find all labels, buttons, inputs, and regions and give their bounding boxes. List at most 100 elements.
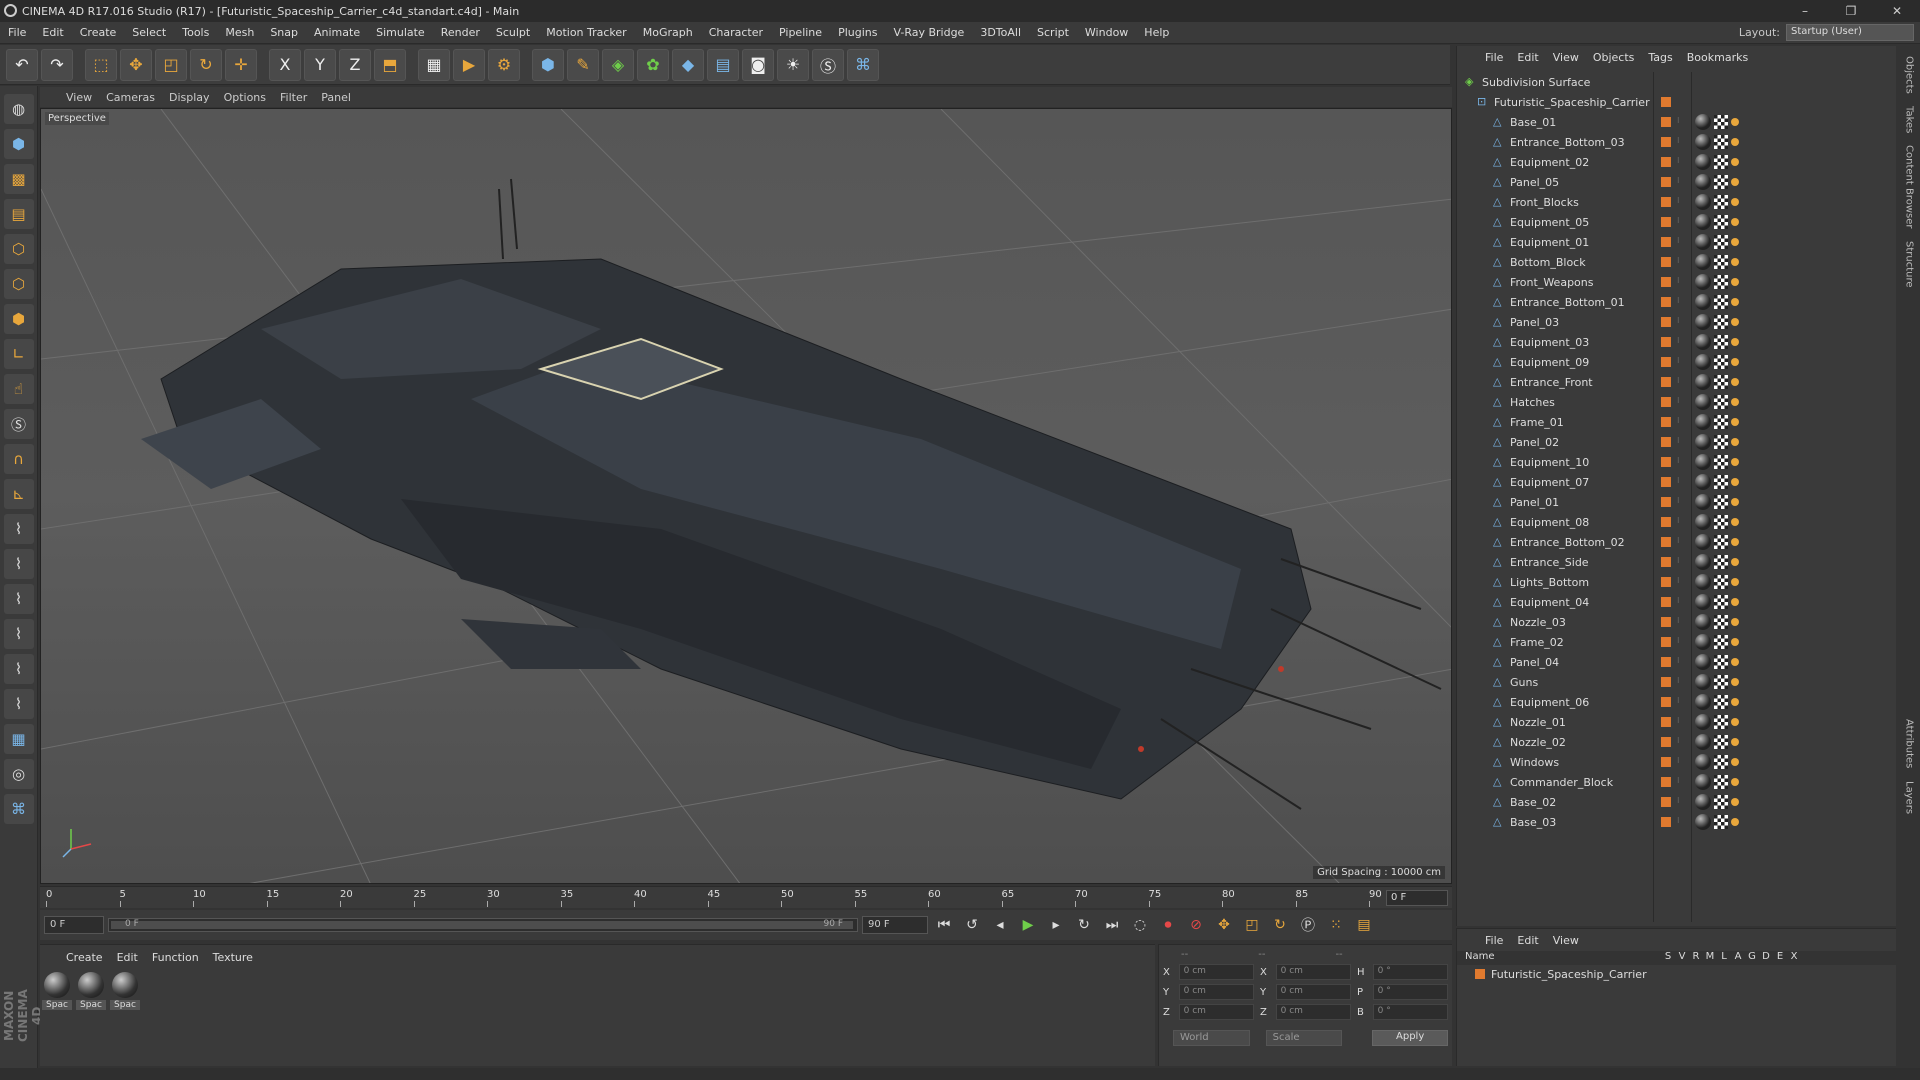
previous-key-icon[interactable]: ↺: [960, 913, 984, 937]
layout-select[interactable]: Startup (User): [1786, 24, 1914, 41]
visibility-dots-icon[interactable]: ⁝: [1677, 116, 1681, 128]
layer-color-swatch[interactable]: [1661, 657, 1671, 667]
visibility-dots-icon[interactable]: ⁝: [1677, 176, 1681, 188]
material-tag-icon[interactable]: [1695, 394, 1711, 410]
material-tag-icon[interactable]: [1695, 314, 1711, 330]
visibility-dots-icon[interactable]: ⁝: [1677, 576, 1681, 588]
visibility-dots-icon[interactable]: ⁝: [1677, 696, 1681, 708]
object-row[interactable]: △ Frame_01 ⁝: [1457, 412, 1897, 432]
light-icon[interactable]: ☀: [777, 48, 809, 81]
live-selection-icon[interactable]: ⬚: [85, 48, 117, 81]
texture-tag-icon[interactable]: [1714, 295, 1728, 309]
phong-tag-icon[interactable]: [1731, 498, 1739, 506]
texture-tag-icon[interactable]: [1714, 155, 1728, 169]
layer-color-swatch[interactable]: [1661, 677, 1671, 687]
key-param-icon[interactable]: Ⓟ: [1296, 913, 1320, 937]
texture-mode-icon[interactable]: ▩: [3, 164, 34, 194]
material-tag-icon[interactable]: [1695, 414, 1711, 430]
phong-tag-icon[interactable]: [1731, 758, 1739, 766]
layer-color-swatch[interactable]: [1661, 257, 1671, 267]
visibility-dots-icon[interactable]: ⁝: [1677, 376, 1681, 388]
rotation-h-field[interactable]: 0 °: [1372, 964, 1448, 980]
menu-vray-bridge[interactable]: V-Ray Bridge: [885, 26, 972, 39]
menu-simulate[interactable]: Simulate: [368, 26, 433, 39]
layer-color-swatch[interactable]: [1475, 969, 1485, 979]
x-axis-icon[interactable]: X: [269, 48, 301, 81]
maximize-button[interactable]: ❐: [1828, 4, 1874, 18]
phong-tag-icon[interactable]: [1731, 418, 1739, 426]
object-row[interactable]: △ Base_03 ⁝: [1457, 812, 1897, 832]
material-tag-icon[interactable]: [1695, 214, 1711, 230]
rotation-p-field[interactable]: 0 °: [1372, 984, 1448, 1000]
phong-tag-icon[interactable]: [1731, 518, 1739, 526]
menu-tools[interactable]: Tools: [174, 26, 217, 39]
material-item[interactable]: Spac: [110, 972, 140, 1010]
material-tag-icon[interactable]: [1695, 194, 1711, 210]
z-axis-icon[interactable]: Z: [339, 48, 371, 81]
go-to-end-icon[interactable]: ⏭: [1100, 913, 1124, 937]
grid-lock-icon[interactable]: ▦: [3, 724, 34, 754]
texture-tag-icon[interactable]: [1714, 455, 1728, 469]
minimize-button[interactable]: –: [1782, 4, 1828, 18]
material-tag-icon[interactable]: [1695, 134, 1711, 150]
texture-tag-icon[interactable]: [1714, 515, 1728, 529]
visibility-dots-icon[interactable]: ⁝: [1677, 516, 1681, 528]
preview-range-slider[interactable]: 0 F 90 F: [108, 918, 858, 932]
texture-tag-icon[interactable]: [1714, 435, 1728, 449]
edit-render-settings-icon[interactable]: ⚙: [488, 48, 520, 81]
size-mode-select[interactable]: Scale: [1265, 1030, 1343, 1046]
material-tag-icon[interactable]: [1695, 174, 1711, 190]
material-tag-icon[interactable]: [1695, 714, 1711, 730]
menu-select[interactable]: Select: [124, 26, 174, 39]
menu-mesh[interactable]: Mesh: [217, 26, 262, 39]
layer-color-swatch[interactable]: [1661, 617, 1671, 627]
object-row[interactable]: △ Panel_04 ⁝: [1457, 652, 1897, 672]
key-pla-icon[interactable]: ⁙: [1324, 913, 1348, 937]
texture-tag-icon[interactable]: [1714, 315, 1728, 329]
material-tag-icon[interactable]: [1695, 614, 1711, 630]
layer-color-swatch[interactable]: [1661, 537, 1671, 547]
texture-tag-icon[interactable]: [1714, 575, 1728, 589]
material-item[interactable]: Spac: [42, 972, 72, 1010]
end-frame-field[interactable]: 90 F: [862, 916, 928, 934]
visibility-dots-icon[interactable]: ⁝: [1677, 596, 1681, 608]
object-row[interactable]: △ Frame_02 ⁝: [1457, 632, 1897, 652]
perspective-viewport[interactable]: Perspective Grid Spacing : 10000 cm: [40, 108, 1452, 884]
material-tag-icon[interactable]: [1695, 634, 1711, 650]
layer-color-swatch[interactable]: [1661, 597, 1671, 607]
material-tag-icon[interactable]: [1695, 754, 1711, 770]
brush-icon-6[interactable]: ⌇: [3, 689, 34, 719]
texture-tag-icon[interactable]: [1714, 475, 1728, 489]
transform-icon[interactable]: ✛: [225, 48, 257, 81]
menu-edit[interactable]: Edit: [34, 26, 71, 39]
menu-motion-tracker[interactable]: Motion Tracker: [538, 26, 634, 39]
material-tag-icon[interactable]: [1695, 434, 1711, 450]
phong-tag-icon[interactable]: [1731, 598, 1739, 606]
layer-color-swatch[interactable]: [1661, 217, 1671, 227]
object-row[interactable]: △ Base_02 ⁝: [1457, 792, 1897, 812]
layer-color-swatch[interactable]: [1661, 357, 1671, 367]
phong-tag-icon[interactable]: [1731, 398, 1739, 406]
material-tag-icon[interactable]: [1695, 514, 1711, 530]
layer-color-swatch[interactable]: [1661, 517, 1671, 527]
layer-color-swatch[interactable]: [1661, 377, 1671, 387]
apply-button[interactable]: Apply: [1372, 1030, 1448, 1046]
size-z-field[interactable]: 0 cm: [1275, 1004, 1351, 1020]
size-x-field[interactable]: 0 cm: [1275, 964, 1351, 980]
tab-structure[interactable]: Structure: [1904, 241, 1915, 288]
phong-tag-icon[interactable]: [1731, 218, 1739, 226]
layer-color-swatch[interactable]: [1661, 337, 1671, 347]
object-row[interactable]: △ Nozzle_03 ⁝: [1457, 612, 1897, 632]
scale-icon[interactable]: ◰: [155, 48, 187, 81]
go-to-start-icon[interactable]: ⏮: [932, 913, 956, 937]
material-tag-icon[interactable]: [1695, 334, 1711, 350]
timeline-window-icon[interactable]: ▤: [1352, 913, 1376, 937]
texture-tag-icon[interactable]: [1714, 495, 1728, 509]
phong-tag-icon[interactable]: [1731, 338, 1739, 346]
visibility-dots-icon[interactable]: ⁝: [1677, 216, 1681, 228]
rotation-b-field[interactable]: 0 °: [1372, 1004, 1448, 1020]
layer-color-swatch[interactable]: [1661, 577, 1671, 587]
tweak-mode-icon[interactable]: ☝: [3, 374, 34, 404]
object-row[interactable]: △ Front_Weapons ⁝: [1457, 272, 1897, 292]
coordinate-system-icon[interactable]: ⬒: [374, 48, 406, 81]
